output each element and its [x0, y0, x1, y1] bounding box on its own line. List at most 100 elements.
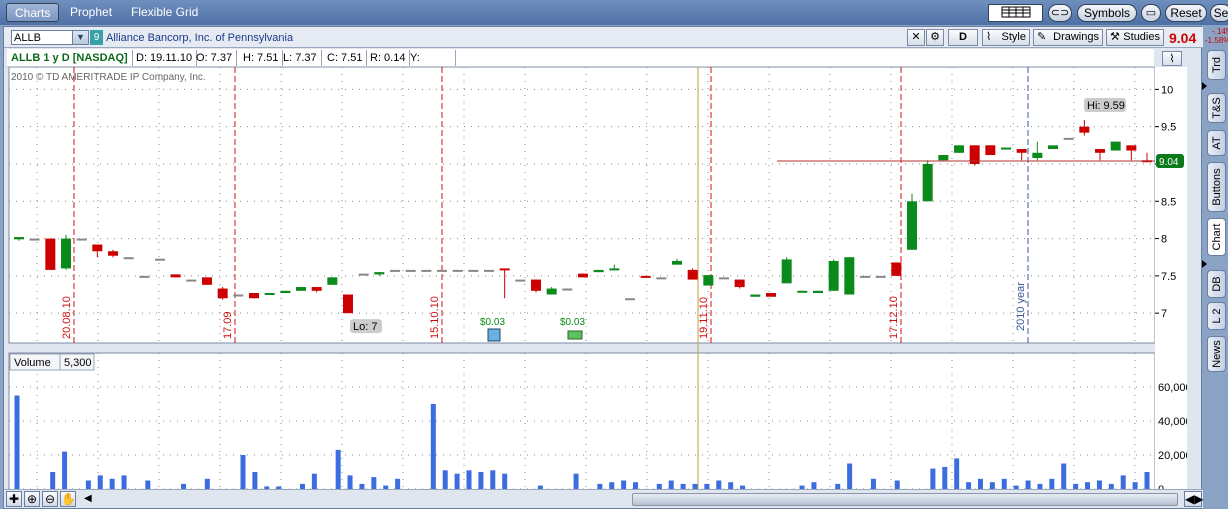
candle: [280, 290, 291, 294]
volume-bar: [1061, 463, 1067, 489]
copyright-text: 2010 © TD AMERITRADE IP Company, Inc.: [11, 72, 206, 83]
candle: [813, 290, 823, 294]
top-nav-bar: Charts Prophet Flexible Grid ⊂⊃ Symbols …: [0, 0, 1228, 25]
crosshair-tool-icon[interactable]: ✕: [907, 29, 925, 46]
info-low: L: 7.37: [279, 50, 322, 66]
tab-flexible-grid[interactable]: Flexible Grid: [123, 3, 206, 22]
sidebar-tab-chart[interactable]: Chart: [1207, 218, 1226, 256]
volume-panel: [8, 352, 1156, 492]
change-percent: -1.58%: [1205, 36, 1228, 45]
sidebar-tab-buttons[interactable]: Buttons: [1207, 162, 1226, 212]
sidebar-tab-news[interactable]: News: [1207, 336, 1226, 372]
sidebar-tab-db[interactable]: DB: [1207, 270, 1226, 298]
candle: [499, 268, 510, 271]
volume-bar: [395, 478, 401, 489]
scrollbar-thumb[interactable]: [632, 493, 1178, 506]
candle: [1016, 149, 1027, 153]
chart-type-icon[interactable]: ⌇: [1162, 51, 1182, 66]
volume-bar: [954, 458, 960, 489]
candle: [531, 279, 541, 291]
symbol-count-badge: 9: [90, 30, 103, 45]
tab-charts[interactable]: Charts: [6, 3, 60, 22]
drawings-label: Drawings: [1053, 31, 1099, 43]
volume-bar: [109, 478, 115, 489]
candle: [1110, 141, 1121, 151]
volume-bar: [1144, 472, 1150, 489]
candle: [139, 275, 150, 278]
candle: [515, 279, 526, 282]
tab-prophet[interactable]: Prophet: [62, 3, 120, 22]
period-button[interactable]: D: [948, 29, 978, 46]
symbols-button[interactable]: Symbols: [1077, 4, 1137, 22]
expand-arrow-icon[interactable]: [1202, 82, 1207, 90]
expand-icon[interactable]: ✚: [6, 491, 22, 507]
candle: [625, 298, 635, 301]
scroll-both-icon[interactable]: ◀▶: [1184, 491, 1203, 507]
volume-tick-label: 40,000: [1158, 416, 1187, 428]
dividend-icon: [487, 328, 501, 342]
symbol-input[interactable]: [11, 30, 73, 45]
sidebar-tab-at[interactable]: AT: [1207, 130, 1226, 156]
volume-bar: [454, 473, 460, 489]
candle: [29, 238, 40, 241]
price-chart[interactable]: 2010 © TD AMERITRADE IP Company, Inc. 10 9…: [7, 66, 1192, 505]
candle: [578, 273, 588, 278]
zoom-in-icon[interactable]: ⊕: [24, 491, 40, 507]
zoom-out-icon[interactable]: ⊖: [42, 491, 58, 507]
candle: [233, 294, 244, 297]
studies-button[interactable]: ⚒ Studies: [1106, 29, 1164, 46]
candle: [1048, 145, 1058, 150]
sidebar-tab-ts[interactable]: T&S: [1207, 93, 1226, 123]
price-change: -.145 -1.58%: [1205, 27, 1228, 45]
style-button[interactable]: ⌇ Style: [982, 29, 1030, 46]
candle: [750, 294, 761, 297]
volume-bar: [728, 482, 734, 489]
volume-tick-label: 20,000: [1158, 450, 1187, 462]
scroll-left-icon[interactable]: ◀: [84, 493, 92, 504]
high-label: Hi: 9.59: [1087, 100, 1125, 112]
chart-title: ALLB 1 y D [NASDAQ]: [7, 50, 133, 66]
candle: [828, 260, 839, 291]
setup-button[interactable]: Se: [1210, 4, 1228, 22]
volume-bar: [1120, 475, 1126, 489]
reset-button[interactable]: Reset: [1165, 4, 1207, 22]
expand-arrow-icon[interactable]: [1202, 260, 1207, 268]
volume-bar: [989, 482, 995, 489]
volume-bar: [716, 480, 722, 489]
candle: [719, 277, 729, 280]
candle: [781, 259, 792, 284]
event-label: 19.11.10: [698, 297, 710, 339]
sidebar-tab-trd[interactable]: Trd: [1207, 50, 1226, 80]
candle: [452, 269, 463, 272]
link-icon[interactable]: ⊂⊃: [1048, 4, 1072, 22]
chart-window: ▼ 9 Alliance Bancorp, Inc. of Pennsylvan…: [3, 26, 1203, 509]
sidebar-tab-label: Buttons: [1210, 168, 1223, 206]
candle: [76, 238, 87, 241]
candle: [609, 268, 620, 271]
drawings-button[interactable]: ✎ Drawings: [1033, 29, 1103, 46]
candle: [45, 238, 56, 270]
settings-wrench-icon[interactable]: ⚙: [926, 29, 944, 46]
volume-bar: [490, 470, 496, 489]
y-tick-label: 7: [1161, 308, 1167, 320]
volume-bar: [966, 482, 972, 489]
info-high: H: 7.51: [239, 50, 284, 66]
hand-pan-icon[interactable]: ✋: [60, 491, 76, 507]
event-label: 17.09: [222, 311, 234, 339]
info-open: O: 7.37: [192, 50, 238, 66]
y-tick-label: 9.5: [1161, 122, 1176, 134]
info-close: C: 7.51: [323, 50, 368, 66]
chart-area: 2010 © TD AMERITRADE IP Company, Inc. 10 9…: [7, 66, 1192, 505]
print-icon[interactable]: ▭: [1141, 4, 1161, 22]
sidebar-tab-l2[interactable]: L 2: [1207, 302, 1226, 330]
candle: [249, 293, 259, 299]
candle: [61, 238, 71, 269]
symbol-dropdown-icon[interactable]: ▼: [72, 30, 89, 45]
candle: [640, 275, 651, 278]
candle: [907, 201, 917, 250]
price-panel: [8, 66, 1156, 344]
candle: [656, 277, 667, 280]
volume-bar: [14, 395, 20, 489]
candle: [264, 293, 275, 296]
grid-layout-icon[interactable]: [988, 4, 1043, 22]
